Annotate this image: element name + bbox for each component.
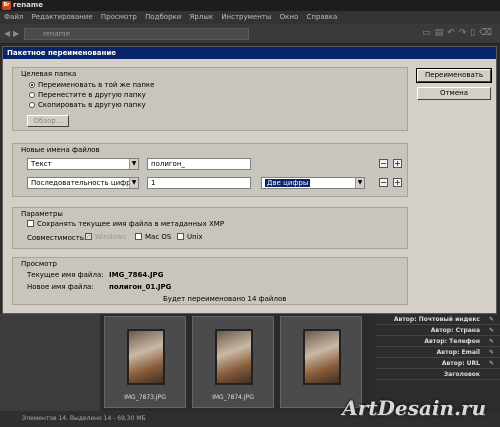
chevron-down-icon: ▼ bbox=[129, 159, 138, 169]
app-title: rename bbox=[13, 1, 43, 9]
sequence-start-field[interactable]: 1 bbox=[147, 177, 251, 189]
rename-button[interactable]: Переименовать bbox=[416, 68, 492, 83]
preview-section: Просмотр Текущее имя файла: IMG_7864.JPG… bbox=[12, 257, 408, 305]
metadata-row[interactable]: Автор: Email bbox=[376, 347, 500, 358]
options-section: Параметры Сохранять текущее имя файла в … bbox=[12, 207, 408, 249]
checkbox-icon bbox=[135, 233, 142, 240]
rename-summary: Будет переименовано 14 файлов bbox=[163, 295, 287, 303]
thumbnail-caption: IMG_7873.JPG bbox=[124, 394, 166, 401]
chevron-down-icon: ▼ bbox=[355, 178, 364, 188]
dialog-title: Пакетное переименование bbox=[3, 47, 496, 59]
radio-copy-folder[interactable]: Скопировать в другую папку bbox=[29, 101, 146, 110]
section-title: Просмотр bbox=[21, 260, 57, 268]
macos-checkbox[interactable]: Mac OS bbox=[135, 233, 171, 242]
current-name-label: Текущее имя файла: bbox=[27, 271, 104, 279]
new-name-label: Новое имя файла: bbox=[27, 283, 94, 291]
menu-help[interactable]: Справка bbox=[306, 13, 337, 21]
menu-tools[interactable]: Инструменты bbox=[221, 13, 271, 21]
checkbox-icon bbox=[177, 233, 184, 240]
app-title-bar: Br rename bbox=[0, 0, 500, 11]
radio-icon bbox=[29, 92, 35, 98]
path-text: rename bbox=[43, 30, 70, 38]
new-name-value: полигон_01.JPG bbox=[109, 283, 172, 291]
thumbnail[interactable]: IMG_7873.JPG bbox=[104, 316, 186, 408]
batch-rename-dialog: Пакетное переименование Переименовать От… bbox=[2, 46, 497, 314]
section-title: Новые имена файлов bbox=[21, 146, 100, 154]
add-row-icon[interactable]: + bbox=[393, 159, 402, 168]
metadata-row[interactable]: Заголовок bbox=[376, 369, 500, 380]
section-title: Параметры bbox=[21, 210, 63, 218]
compat-label: Совместимость: bbox=[27, 234, 87, 242]
toolbar-icons[interactable]: ▭▤↶↷▯⌫ bbox=[422, 28, 496, 38]
windows-checkbox: Windows bbox=[85, 232, 126, 242]
radio-same-folder[interactable]: Переименовать в той же папке bbox=[29, 81, 154, 90]
forward-icon[interactable]: ▶ bbox=[13, 29, 19, 38]
remove-row-icon[interactable]: − bbox=[379, 159, 388, 168]
type-select-2[interactable]: Последовательность цифр ▼ bbox=[27, 177, 139, 189]
metadata-panel: Автор: Почтовый индекс Автор: Страна Авт… bbox=[376, 314, 500, 408]
path-bar[interactable]: rename bbox=[24, 28, 249, 40]
thumbnail[interactable] bbox=[280, 316, 362, 408]
thumbnail-caption: IMG_7874.JPG bbox=[212, 394, 254, 401]
add-row-icon[interactable]: + bbox=[393, 178, 402, 187]
watermark: ArtDesain.ru bbox=[342, 396, 486, 420]
menu-label[interactable]: Ярлык bbox=[190, 13, 214, 21]
chevron-down-icon: ▼ bbox=[129, 178, 138, 188]
keep-xmp-checkbox[interactable]: Сохранять текущее имя файла в метаданных… bbox=[27, 220, 224, 229]
toolbar: ◀ ▶ rename ▭▤↶↷▯⌫ bbox=[0, 24, 500, 44]
browse-button[interactable]: Обзор... bbox=[27, 115, 69, 127]
radio-icon bbox=[29, 102, 35, 108]
section-title: Целевая папка bbox=[21, 70, 77, 78]
bridge-logo-icon: Br bbox=[2, 1, 11, 10]
checkbox-icon bbox=[27, 220, 34, 227]
current-name-value: IMG_7864.JPG bbox=[109, 271, 164, 279]
radio-move-folder[interactable]: Перенестите в другую папку bbox=[29, 91, 146, 100]
type-select-1[interactable]: Текст ▼ bbox=[27, 158, 139, 170]
thumbnail[interactable]: IMG_7874.JPG bbox=[192, 316, 274, 408]
checkbox-icon bbox=[85, 232, 92, 241]
metadata-row[interactable]: Автор: Страна bbox=[376, 325, 500, 336]
new-filenames-section: Новые имена файлов Текст ▼ полигон_ − + … bbox=[12, 143, 408, 197]
menu-edit[interactable]: Редактирование bbox=[32, 13, 93, 21]
radio-icon bbox=[29, 82, 35, 88]
cancel-button[interactable]: Отмена bbox=[417, 87, 491, 100]
back-icon[interactable]: ◀ bbox=[4, 29, 10, 38]
menu-view[interactable]: Просмотр bbox=[101, 13, 137, 21]
remove-row-icon[interactable]: − bbox=[379, 178, 388, 187]
photo-thumbnail bbox=[215, 329, 253, 385]
menu-stacks[interactable]: Подборки bbox=[145, 13, 181, 21]
digits-select[interactable]: Две цифры ▼ bbox=[261, 177, 365, 189]
target-folder-section: Целевая папка Переименовать в той же пап… bbox=[12, 67, 408, 131]
photo-thumbnail bbox=[303, 329, 341, 385]
menu-bar: Файл Редактирование Просмотр Подборки Яр… bbox=[0, 11, 500, 24]
menu-file[interactable]: Файл bbox=[4, 13, 23, 21]
metadata-row[interactable]: Автор: URL bbox=[376, 358, 500, 369]
menu-window[interactable]: Окно bbox=[280, 13, 299, 21]
unix-checkbox[interactable]: Unix bbox=[177, 233, 203, 242]
photo-thumbnail bbox=[127, 329, 165, 385]
left-panel bbox=[0, 314, 100, 411]
text-value-field[interactable]: полигон_ bbox=[147, 158, 251, 170]
metadata-row[interactable]: Автор: Почтовый индекс bbox=[376, 314, 500, 325]
metadata-row[interactable]: Автор: Телефон bbox=[376, 336, 500, 347]
